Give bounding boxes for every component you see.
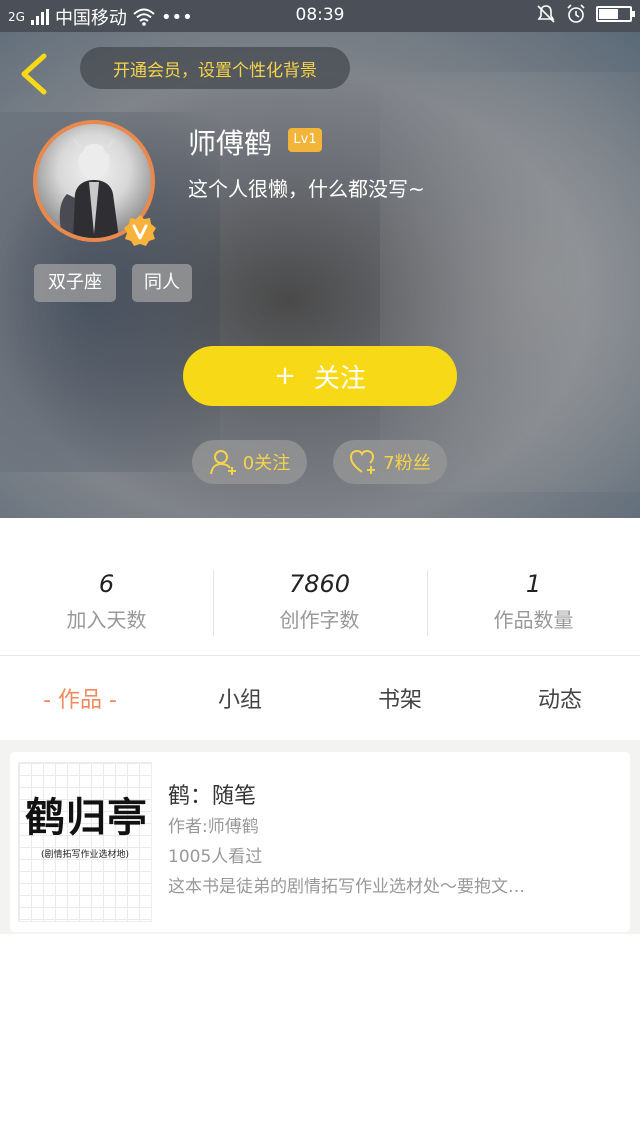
vip-background-banner[interactable]: 开通会员，设置个性化背景	[80, 47, 350, 89]
follow-button[interactable]: + 关注	[183, 346, 457, 406]
following-count-button[interactable]: 0关注	[192, 440, 307, 484]
stat-label: 加入天数	[66, 608, 147, 632]
book-author: 作者:师傅鹤	[168, 817, 259, 837]
mute-icon	[537, 5, 555, 23]
book-cover[interactable]: 鹤归亭 (剧情拓写作业选材地)	[18, 762, 152, 922]
stat-value: 7860	[288, 570, 351, 598]
cover-subtitle: (剧情拓写作业选材地)	[41, 850, 130, 860]
stat-label: 创作字数	[279, 608, 360, 632]
verified-v-badge-icon	[124, 215, 156, 246]
back-arrow-icon[interactable]	[16, 52, 52, 96]
works-list: 鹤归亭 (剧情拓写作业选材地) 鹤：随笔 作者:师傅鹤 1005人看过 这本书是…	[0, 740, 640, 934]
status-bar: 2G 中国移动 ••• 08:39	[0, 0, 640, 32]
cover-title: 鹤归亭	[25, 794, 148, 841]
tab-activity[interactable]: 动态	[480, 682, 640, 714]
level-badge: Lv1	[288, 128, 322, 152]
battery-icon	[596, 6, 635, 22]
book-title: 鹤：随笔	[168, 784, 257, 809]
tag-category[interactable]: 同人	[132, 264, 192, 302]
stat-value: 1	[525, 570, 542, 598]
stat-days-joined: 6 加入天数	[0, 570, 213, 633]
follow-button-label: 关注	[313, 363, 366, 394]
book-views: 1005人看过	[168, 847, 263, 867]
username: 师傅鹤	[188, 127, 273, 160]
user-bio: 这个人很懒，什么都没写~	[188, 177, 425, 201]
plus-icon: +	[274, 361, 296, 391]
user-plus-icon	[209, 450, 236, 475]
stat-works-count: 1 作品数量	[427, 570, 640, 633]
fans-count-label: 7粉丝	[383, 453, 431, 474]
tab-groups[interactable]: 小组	[160, 682, 320, 714]
fans-count-button[interactable]: 7粉丝	[333, 440, 447, 484]
avatar[interactable]	[33, 120, 156, 246]
stat-value: 6	[98, 570, 115, 598]
following-count-label: 0关注	[242, 453, 291, 474]
profile-header: 开通会员，设置个性化背景 师傅鹤 Lv1 这个人很懒，什么都没写~ 双子座 同人…	[0, 32, 640, 518]
stat-word-count: 7860 创作字数	[213, 570, 426, 633]
alarm-icon	[567, 4, 585, 23]
heart-plus-icon	[350, 449, 376, 474]
stats-row: 6 加入天数 7860 创作字数 1 作品数量	[0, 518, 640, 656]
stat-label: 作品数量	[493, 608, 574, 632]
tab-works[interactable]: - 作品 -	[0, 682, 160, 714]
book-description: 这本书是徒弟的剧情拓写作业选材处～要抱文…	[168, 877, 525, 897]
tag-zodiac[interactable]: 双子座	[34, 264, 116, 302]
list-item[interactable]: 鹤归亭 (剧情拓写作业选材地) 鹤：随笔 作者:师傅鹤 1005人看过 这本书是…	[10, 752, 630, 932]
tab-bookshelf[interactable]: 书架	[320, 682, 480, 714]
profile-tabs: - 作品 - 小组 书架 动态	[0, 656, 640, 740]
